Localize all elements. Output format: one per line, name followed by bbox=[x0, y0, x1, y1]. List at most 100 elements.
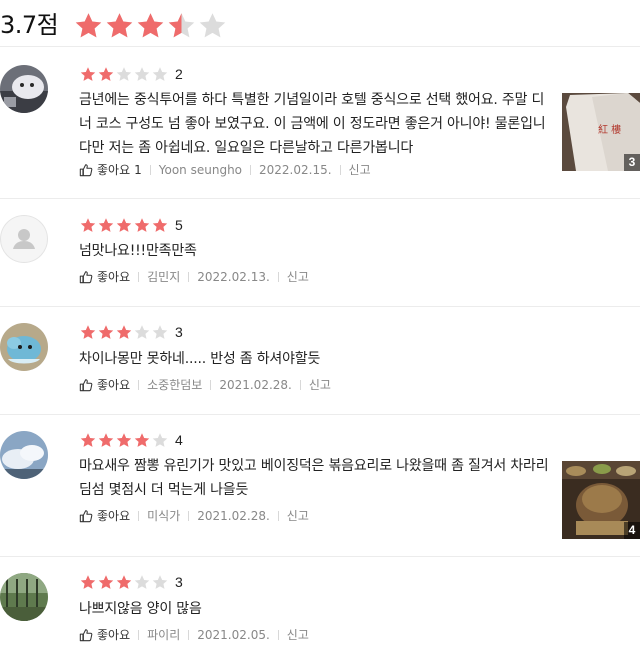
star-empty-icon bbox=[134, 324, 150, 339]
star-empty-icon bbox=[134, 66, 150, 81]
divider bbox=[277, 511, 279, 521]
divider bbox=[188, 630, 190, 640]
divider bbox=[210, 380, 212, 390]
thumbs-up-icon bbox=[79, 510, 93, 523]
review-date: 2021.02.28. bbox=[197, 509, 270, 523]
star-filled-icon bbox=[98, 324, 114, 339]
report-link[interactable]: 신고 bbox=[287, 507, 309, 525]
divider bbox=[277, 630, 279, 640]
review-author: 파이리 bbox=[147, 628, 181, 642]
stuffed-toy-photo-icon bbox=[0, 323, 48, 371]
star-empty-icon bbox=[152, 574, 168, 589]
rating-value: 3 bbox=[175, 574, 183, 590]
star-filled-icon bbox=[80, 324, 96, 339]
review-date: 2022.02.15. bbox=[259, 163, 332, 177]
svg-text:紅 樓: 紅 樓 bbox=[598, 123, 621, 136]
report-link[interactable]: 신고 bbox=[287, 268, 309, 286]
avatar[interactable] bbox=[0, 65, 48, 113]
review-meta: 좋아요 미식가 2021.02.28. 신고 bbox=[79, 507, 309, 525]
avatar[interactable] bbox=[0, 215, 48, 263]
garden-photo-icon bbox=[0, 573, 48, 621]
rating-value: 5 bbox=[175, 217, 183, 233]
like-label: 좋아요 bbox=[97, 509, 131, 523]
divider bbox=[149, 165, 151, 175]
like-button[interactable]: 좋아요 1 bbox=[79, 161, 142, 179]
review-item: 4 마요새우 짬뽕 유린기가 맛있고 베이징덕은 볶음요리로 나왔을때 좀 질겨… bbox=[0, 415, 640, 557]
star-filled-icon bbox=[98, 66, 114, 81]
report-link[interactable]: 신고 bbox=[287, 626, 309, 644]
rating-value: 4 bbox=[175, 432, 183, 448]
avatar[interactable] bbox=[0, 431, 48, 479]
like-button[interactable]: 좋아요 bbox=[79, 376, 130, 394]
star-filled-icon bbox=[152, 217, 168, 232]
half-star-icon bbox=[168, 13, 195, 38]
thumbs-up-icon bbox=[79, 164, 93, 177]
review-author: 미식가 bbox=[147, 509, 181, 523]
star-empty-icon bbox=[152, 432, 168, 447]
like-label: 좋아요 bbox=[97, 378, 131, 392]
avatar[interactable] bbox=[0, 573, 48, 621]
review-text: 금년에는 중식투어를 하다 특별한 기념일이라 호텔 중식으로 선택 했어요. … bbox=[79, 92, 546, 156]
review-star-rating: 5 bbox=[79, 216, 183, 234]
like-count: 1 bbox=[134, 163, 142, 177]
divider bbox=[250, 165, 252, 175]
review-photo-thumbnail[interactable]: 4 bbox=[562, 461, 640, 539]
avatar[interactable] bbox=[0, 323, 48, 371]
review-text: 넘맛나요!!!만족만족 bbox=[79, 243, 197, 259]
like-button[interactable]: 좋아요 bbox=[79, 626, 130, 644]
star-empty-icon bbox=[116, 66, 132, 81]
star-filled-icon bbox=[80, 574, 96, 589]
review-author: 소중한덤보 bbox=[147, 378, 203, 392]
divider bbox=[339, 165, 341, 175]
like-button[interactable]: 좋아요 bbox=[79, 268, 130, 286]
review-item: 3 차이나몽만 못하네..... 반성 좀 하셔야할듯 좋아요 소중한덤보 20… bbox=[0, 307, 640, 415]
star-icon bbox=[106, 13, 133, 38]
review-star-rating: 3 bbox=[79, 323, 183, 341]
review-text: 차이나몽만 못하네..... 반성 좀 하셔야할듯 bbox=[79, 351, 321, 367]
review-text: 마요새우 짬뽕 유린기가 맛있고 베이징덕은 볶음요리로 나왔을때 좀 질겨서 … bbox=[79, 458, 549, 498]
review-item: 2 금년에는 중식투어를 하다 특별한 기념일이라 호텔 중식으로 선택 했어요… bbox=[0, 47, 640, 199]
divider bbox=[188, 511, 190, 521]
star-filled-icon bbox=[98, 574, 114, 589]
default-avatar-icon bbox=[0, 215, 48, 263]
star-filled-icon bbox=[80, 66, 96, 81]
like-button[interactable]: 좋아요 bbox=[79, 507, 130, 525]
like-label: 좋아요 bbox=[97, 163, 131, 177]
divider bbox=[138, 380, 140, 390]
star-filled-icon bbox=[134, 432, 150, 447]
divider bbox=[188, 272, 190, 282]
review-photo-thumbnail[interactable]: 紅 樓 3 bbox=[562, 93, 640, 171]
review-star-rating: 4 bbox=[79, 431, 183, 449]
divider bbox=[138, 630, 140, 640]
report-link[interactable]: 신고 bbox=[349, 161, 371, 179]
star-filled-icon bbox=[98, 217, 114, 232]
star-filled-icon bbox=[116, 217, 132, 232]
average-score: 3.7점 bbox=[0, 11, 59, 39]
photo-count-badge: 3 bbox=[624, 154, 640, 171]
review-author: Yoon seungho bbox=[158, 163, 243, 177]
star-filled-icon bbox=[134, 217, 150, 232]
thumbs-up-icon bbox=[79, 629, 93, 642]
photo-count-badge: 4 bbox=[624, 522, 640, 539]
rating-value: 3 bbox=[175, 324, 183, 340]
avatar-photo-icon bbox=[0, 65, 48, 113]
divider bbox=[277, 272, 279, 282]
rating-summary: 3.7점 bbox=[0, 0, 640, 47]
review-star-rating: 3 bbox=[79, 573, 183, 591]
like-label: 좋아요 bbox=[97, 270, 131, 284]
star-filled-icon bbox=[116, 432, 132, 447]
review-meta: 좋아요 김민지 2022.02.13. 신고 bbox=[79, 268, 309, 286]
review-author: 김민지 bbox=[147, 270, 181, 284]
thumbs-up-icon bbox=[79, 271, 93, 284]
star-empty-icon bbox=[152, 66, 168, 81]
divider bbox=[299, 380, 301, 390]
star-filled-icon bbox=[80, 217, 96, 232]
review-star-rating: 2 bbox=[79, 65, 183, 83]
review-meta: 좋아요 파이리 2021.02.05. 신고 bbox=[79, 626, 309, 644]
rating-value: 2 bbox=[175, 66, 183, 82]
sky-photo-icon bbox=[0, 431, 48, 479]
average-star-rating bbox=[73, 11, 228, 41]
divider bbox=[138, 272, 140, 282]
review-meta: 좋아요 소중한덤보 2021.02.28. 신고 bbox=[79, 376, 331, 394]
report-link[interactable]: 신고 bbox=[309, 376, 331, 394]
